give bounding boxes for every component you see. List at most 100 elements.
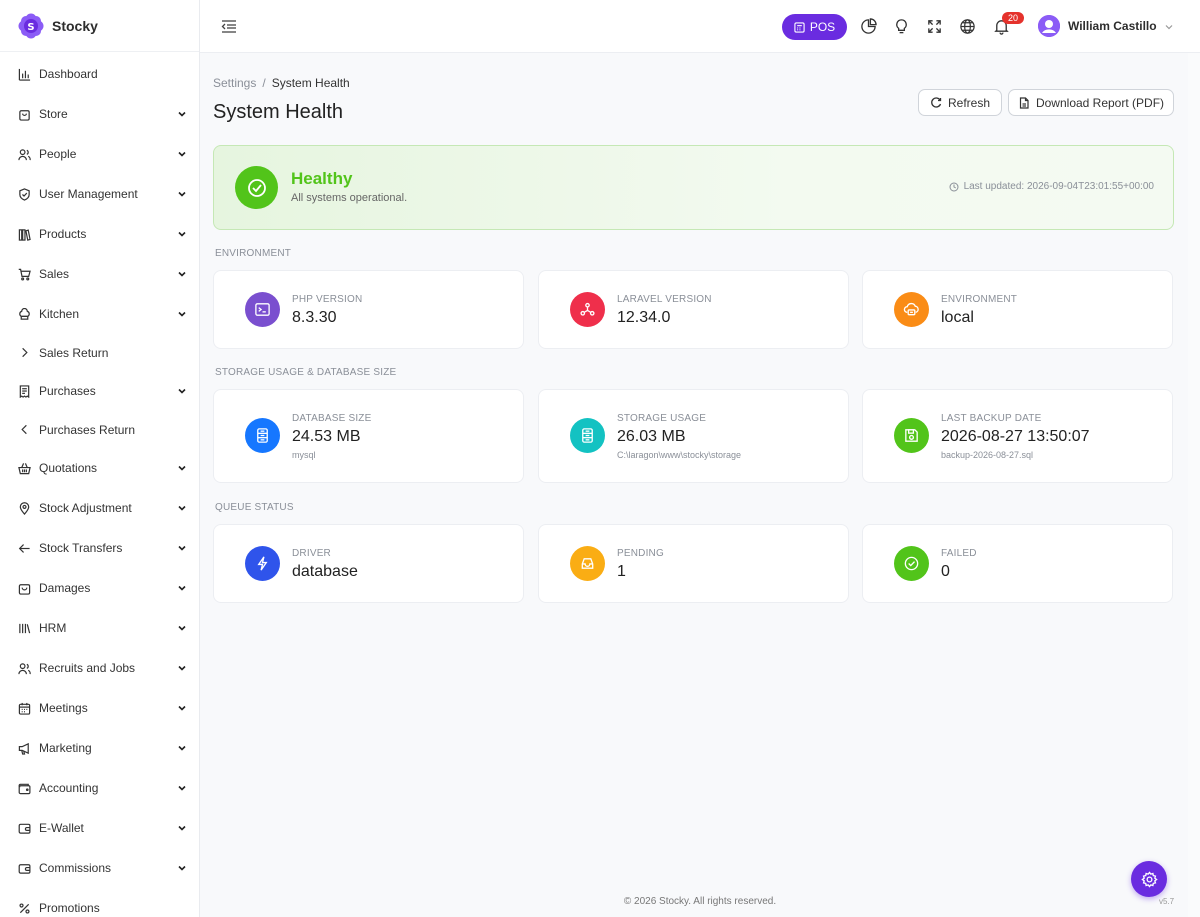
chevron-down-icon [177,743,187,753]
sidebar-item-damages[interactable]: Damages [0,568,199,608]
sidebar-item-commissions[interactable]: Commissions [0,848,199,888]
download-label: Download Report (PDF) [1035,95,1165,110]
refresh-icon [931,96,942,108]
avatar [1038,15,1060,37]
sidebar-item-label: People [39,147,77,161]
metric-card-last-backup-date: LAST BACKUP DATE 2026-08-27 13:50:07 backu… [862,389,1173,483]
pos-register-icon [794,21,805,33]
sidebar-item-people[interactable]: People [0,134,199,174]
breadcrumb-separator: / [262,76,266,90]
sidebar-item-meetings[interactable]: Meetings [0,688,199,728]
breadcrumb-parent[interactable]: Settings [213,76,256,90]
database-icon [245,418,280,453]
metric-value: local [941,309,974,326]
sidebar-item-label: Damages [39,581,91,595]
chevron-down-icon [177,109,187,119]
section-storage-label: STORAGE USAGE & DATABASE SIZE [215,367,397,378]
chevron-down-icon [177,386,187,396]
sidebar-item-marketing[interactable]: Marketing [0,728,199,768]
user-menu[interactable]: William Castillo [1038,15,1174,37]
globe-icon[interactable] [958,17,976,35]
scrollbar[interactable] [1188,53,1200,917]
chevron-right-icon [17,346,31,360]
pie-chart-icon[interactable] [859,17,877,35]
section-environment-label: ENVIRONMENT [215,248,292,259]
sidebar-item-accounting[interactable]: Accounting [0,768,199,808]
sidebar-item-label: Sales Return [39,345,109,360]
metric-card-storage-usage: STORAGE USAGE 26.03 MB C:\laragon\www\stoc… [538,389,849,483]
health-message: All systems operational. [291,192,408,204]
sidebar-item-purchases[interactable]: Purchases [0,371,199,411]
sidebar-item-label: Promotions [39,901,100,915]
metric-label: LAST BACKUP DATE [941,413,1042,424]
sidebar-item-recruits-and-jobs[interactable]: Recruits and Jobs [0,648,199,688]
sidebar-item-stock-adjustment[interactable]: Stock Adjustment [0,488,199,528]
sidebar-item-kitchen[interactable]: Kitchen [0,294,199,334]
sidebar-item-purchases-return[interactable]: Purchases Return [0,411,199,448]
sidebar-item-label: Accounting [39,781,99,795]
main-content: Settings / System Health System Health Ref… [200,53,1188,917]
metric-subtext: C:\laragon\www\stocky\storage [617,450,742,460]
sidebar-item-hrm[interactable]: HRM [0,608,199,648]
app-name: Stocky [52,17,98,34]
breadcrumb-current: System Health [271,76,350,90]
pos-button[interactable]: POS [782,14,847,40]
chevron-down-icon [177,309,187,319]
sidebar-item-label: Dashboard [39,67,98,81]
stocky-logo-icon: S [18,13,44,39]
chevron-down-icon [177,189,187,199]
chevron-down-icon [177,583,187,593]
metric-card-database-size: DATABASE SIZE 24.53 MB mysql [213,389,524,483]
chevron-down-icon [177,149,187,159]
metric-label: FAILED [941,548,977,559]
sidebar-item-label: Quotations [39,461,98,475]
app-version: v5.7 [1159,897,1175,906]
metric-label: LARAVEL VERSION [617,294,712,305]
metric-label: PHP VERSION [292,294,363,305]
bag-icon [17,581,31,595]
refresh-button[interactable]: Refresh [918,89,1002,116]
metric-card-laravel-version: LARAVEL VERSION 12.34.0 [538,270,849,349]
chevron-left-icon [17,423,31,437]
user-name: William Castillo [1068,19,1157,33]
metric-label: DRIVER [292,548,331,559]
metric-card-php-version: PHP VERSION 8.3.30 [213,270,524,349]
sidebar-item-sales-return[interactable]: Sales Return [0,334,199,371]
pdf-file-icon [1019,96,1029,109]
metric-value: 2026-08-27 13:50:07 [941,428,1090,445]
chevron-down-icon [177,623,187,633]
sidebar-item-store[interactable]: Store [0,94,199,134]
metric-card-failed: FAILED 0 [862,524,1173,603]
inbox-icon [570,546,605,581]
sidebar-item-sales[interactable]: Sales [0,254,199,294]
chevron-down-icon [177,229,187,239]
sidebar-item-quotations[interactable]: Quotations [0,448,199,488]
sidebar-item-products[interactable]: Products [0,214,199,254]
metric-subtext: backup-2026-08-27.sql [941,450,1034,460]
megaphone-icon [17,741,31,755]
metric-value: 24.53 MB [292,428,361,445]
sidebar-item-stock-transfers[interactable]: Stock Transfers [0,528,199,568]
footer-copyright: © 2026 Stocky. All rights reserved. [623,896,777,907]
settings-fab[interactable] [1131,861,1167,897]
sidebar-item-e-wallet[interactable]: E-Wallet [0,808,199,848]
metric-label: DATABASE SIZE [292,413,372,424]
download-report-button[interactable]: Download Report (PDF) [1008,89,1174,116]
lightbulb-icon[interactable] [892,17,910,35]
gear-icon [1140,870,1158,888]
last-updated-text: Last updated: 2026-09-04T23:01:55+00:00 [963,181,1154,192]
chevron-down-icon [177,823,187,833]
last-updated: Last updated: 2026-09-04T23:01:55+00:00 [949,181,1154,192]
books-icon [17,227,31,241]
menu-toggle-icon[interactable] [221,18,237,34]
storage-icon [570,418,605,453]
sidebar-item-label: Stock Adjustment [39,501,132,515]
sidebar-item-user-management[interactable]: User Management [0,174,199,214]
brand[interactable]: S Stocky [0,0,199,52]
sidebar-item-promotions[interactable]: Promotions [0,888,199,917]
bar-chart-icon [17,67,31,81]
basket-icon [17,461,31,475]
fullscreen-icon[interactable] [925,17,943,35]
page-title: System Health [213,101,344,123]
sidebar-item-dashboard[interactable]: Dashboard [0,54,199,94]
